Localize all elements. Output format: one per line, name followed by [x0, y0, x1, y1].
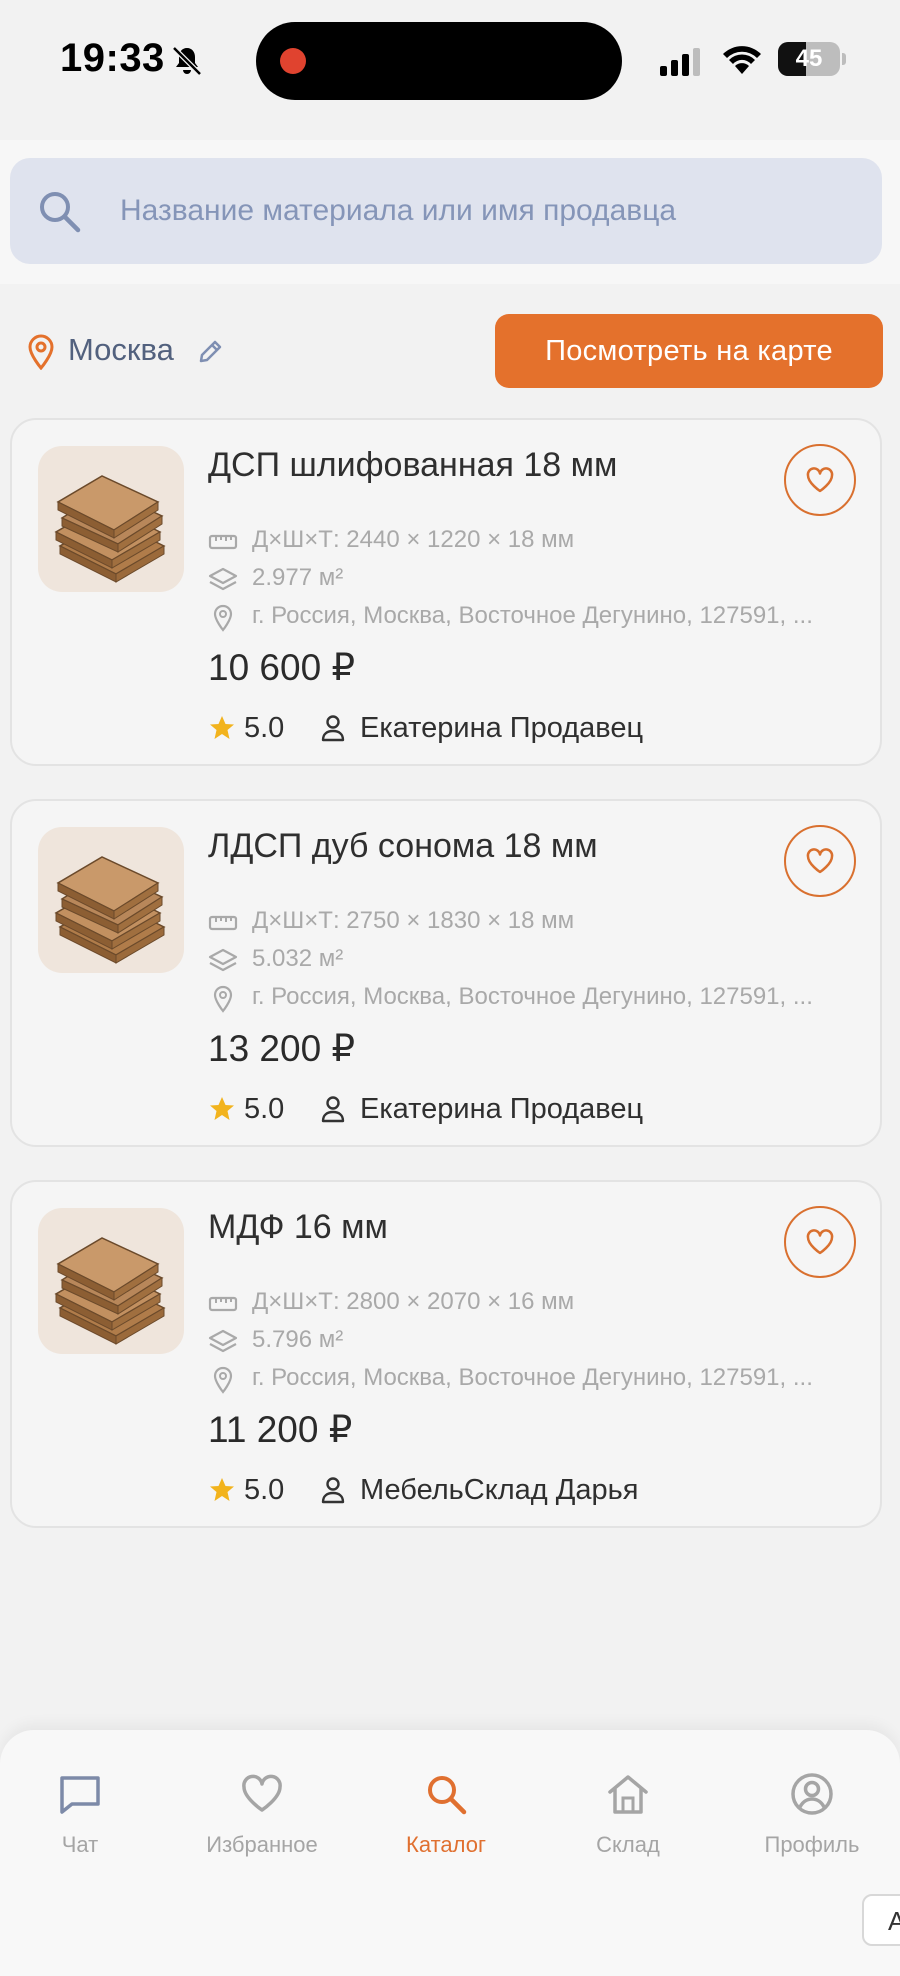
area-row: 5.032 м² — [208, 943, 868, 979]
address-row: г. Россия, Москва, Восточное Дегунино, 1… — [208, 1362, 868, 1398]
rating-row: 5.0 Екатерина Продавец — [208, 1091, 848, 1131]
search-area — [0, 140, 900, 284]
location-pin-icon — [213, 985, 233, 1013]
product-address: г. Россия, Москва, Восточное Дегунино, 1… — [252, 1364, 813, 1391]
product-dimensions: Д×Ш×Т: 2440 × 1220 × 18 мм — [252, 526, 575, 553]
search-box[interactable] — [10, 158, 882, 264]
nav-item-favorites[interactable]: Избранное — [172, 1772, 352, 1882]
product-area: 2.977 м² — [252, 564, 344, 591]
favorite-button[interactable] — [784, 444, 856, 516]
address-row: г. Россия, Москва, Восточное Дегунино, 1… — [208, 981, 868, 1017]
view-on-map-button[interactable]: Посмотреть на карте — [495, 314, 883, 388]
ruler-icon — [208, 534, 238, 550]
profile-icon — [791, 1773, 833, 1815]
corner-tab[interactable]: A — [862, 1894, 900, 1946]
edit-pencil-icon[interactable] — [196, 338, 224, 366]
product-price: 11 200 ₽ — [208, 1409, 353, 1450]
warehouse-icon — [608, 1775, 648, 1814]
product-price: 10 600 ₽ — [208, 647, 355, 688]
heart-icon — [806, 467, 834, 493]
heart-icon — [806, 848, 834, 874]
star-icon — [210, 1478, 234, 1501]
search-icon — [40, 192, 81, 233]
chat-icon — [60, 1776, 100, 1814]
rating-value: 5.0 — [244, 1093, 285, 1125]
product-address: г. Россия, Москва, Восточное Дегунино, 1… — [252, 602, 813, 629]
person-icon — [321, 1096, 345, 1123]
product-dimensions: Д×Ш×Т: 2800 × 2070 × 16 мм — [252, 1288, 575, 1315]
location-pin-icon — [213, 604, 233, 632]
dimensions-row: Д×Ш×Т: 2750 × 1830 × 18 мм — [208, 905, 868, 941]
product-image — [38, 1208, 184, 1354]
person-icon — [321, 1477, 345, 1504]
dimensions-row: Д×Ш×Т: 2440 × 1220 × 18 мм — [208, 524, 868, 560]
product-card[interactable]: МДФ 16 мм Д×Ш×Т: 2800 × 2070 × 16 мм 5.7… — [10, 1180, 882, 1528]
seller-name[interactable]: МебельСклад Дарья — [360, 1474, 638, 1507]
search-icon — [428, 1776, 467, 1815]
heart-icon — [242, 1774, 282, 1812]
nav-item-catalog[interactable]: Каталог — [356, 1772, 536, 1882]
product-price: 13 200 ₽ — [208, 1028, 355, 1069]
area-row: 5.796 м² — [208, 1324, 868, 1360]
city-label[interactable]: Москва — [68, 332, 174, 368]
product-title: ЛДСП дуб сонома 18 мм — [208, 827, 598, 865]
nav-label: Профиль — [764, 1832, 860, 1857]
location-row: Москва Посмотреть на карте — [0, 314, 900, 390]
seller-name[interactable]: Екатерина Продавец — [360, 1093, 643, 1126]
favorite-button[interactable] — [784, 1206, 856, 1278]
address-row: г. Россия, Москва, Восточное Дегунино, 1… — [208, 600, 868, 636]
star-icon — [210, 1097, 234, 1120]
wifi-icon — [723, 46, 761, 74]
heart-icon — [806, 1229, 834, 1255]
dimensions-row: Д×Ш×Т: 2800 × 2070 × 16 мм — [208, 1286, 868, 1322]
favorite-button[interactable] — [784, 825, 856, 897]
battery-level: 45 — [795, 45, 823, 72]
layers-icon — [208, 1329, 238, 1353]
layers-icon — [208, 567, 238, 591]
product-image — [38, 827, 184, 973]
rating-value: 5.0 — [244, 712, 285, 744]
nav-item-chat[interactable]: Чат — [0, 1772, 170, 1882]
product-area: 5.796 м² — [252, 1326, 344, 1353]
recording-indicator — [280, 48, 306, 74]
product-title: ДСП шлифованная 18 мм — [208, 446, 618, 484]
nav-item-warehouse[interactable]: Склад — [538, 1772, 718, 1882]
search-input[interactable] — [120, 186, 860, 236]
nav-item-profile[interactable]: Профиль — [722, 1772, 900, 1882]
product-area: 5.032 м² — [252, 945, 344, 972]
layers-icon — [208, 948, 238, 972]
bell-muted-icon — [172, 46, 202, 76]
product-card[interactable]: ДСП шлифованная 18 мм Д×Ш×Т: 2440 × 1220… — [10, 418, 882, 766]
status-time: 19:33 — [60, 36, 165, 80]
battery-indicator: 45 — [778, 42, 846, 76]
person-icon — [321, 715, 345, 742]
location-pin-icon — [213, 1366, 233, 1394]
ruler-icon — [208, 915, 238, 931]
dynamic-island — [256, 22, 622, 100]
nav-label: Склад — [596, 1832, 660, 1857]
nav-label: Избранное — [206, 1832, 318, 1857]
rating-row: 5.0 Екатерина Продавец — [208, 710, 848, 750]
seller-name[interactable]: Екатерина Продавец — [360, 712, 643, 745]
cellular-signal-icon — [660, 48, 700, 76]
product-title: МДФ 16 мм — [208, 1208, 388, 1246]
product-address: г. Россия, Москва, Восточное Дегунино, 1… — [252, 983, 813, 1010]
ruler-icon — [208, 1296, 238, 1312]
product-card[interactable]: ЛДСП дуб сонома 18 мм Д×Ш×Т: 2750 × 1830… — [10, 799, 882, 1147]
nav-label: Каталог — [406, 1832, 486, 1857]
product-dimensions: Д×Ш×Т: 2750 × 1830 × 18 мм — [252, 907, 575, 934]
rating-row: 5.0 МебельСклад Дарья — [208, 1472, 848, 1512]
rating-value: 5.0 — [244, 1474, 285, 1506]
bottom-navigation: Чат Избранное Каталог Склад Профиль — [0, 1730, 900, 1976]
status-bar: 19:33 45 — [0, 0, 900, 120]
product-image — [38, 446, 184, 592]
corner-tab-letter: A — [888, 1906, 900, 1936]
nav-label: Чат — [61, 1832, 99, 1857]
star-icon — [210, 716, 234, 739]
location-pin-icon — [28, 334, 54, 370]
area-row: 2.977 м² — [208, 562, 868, 598]
